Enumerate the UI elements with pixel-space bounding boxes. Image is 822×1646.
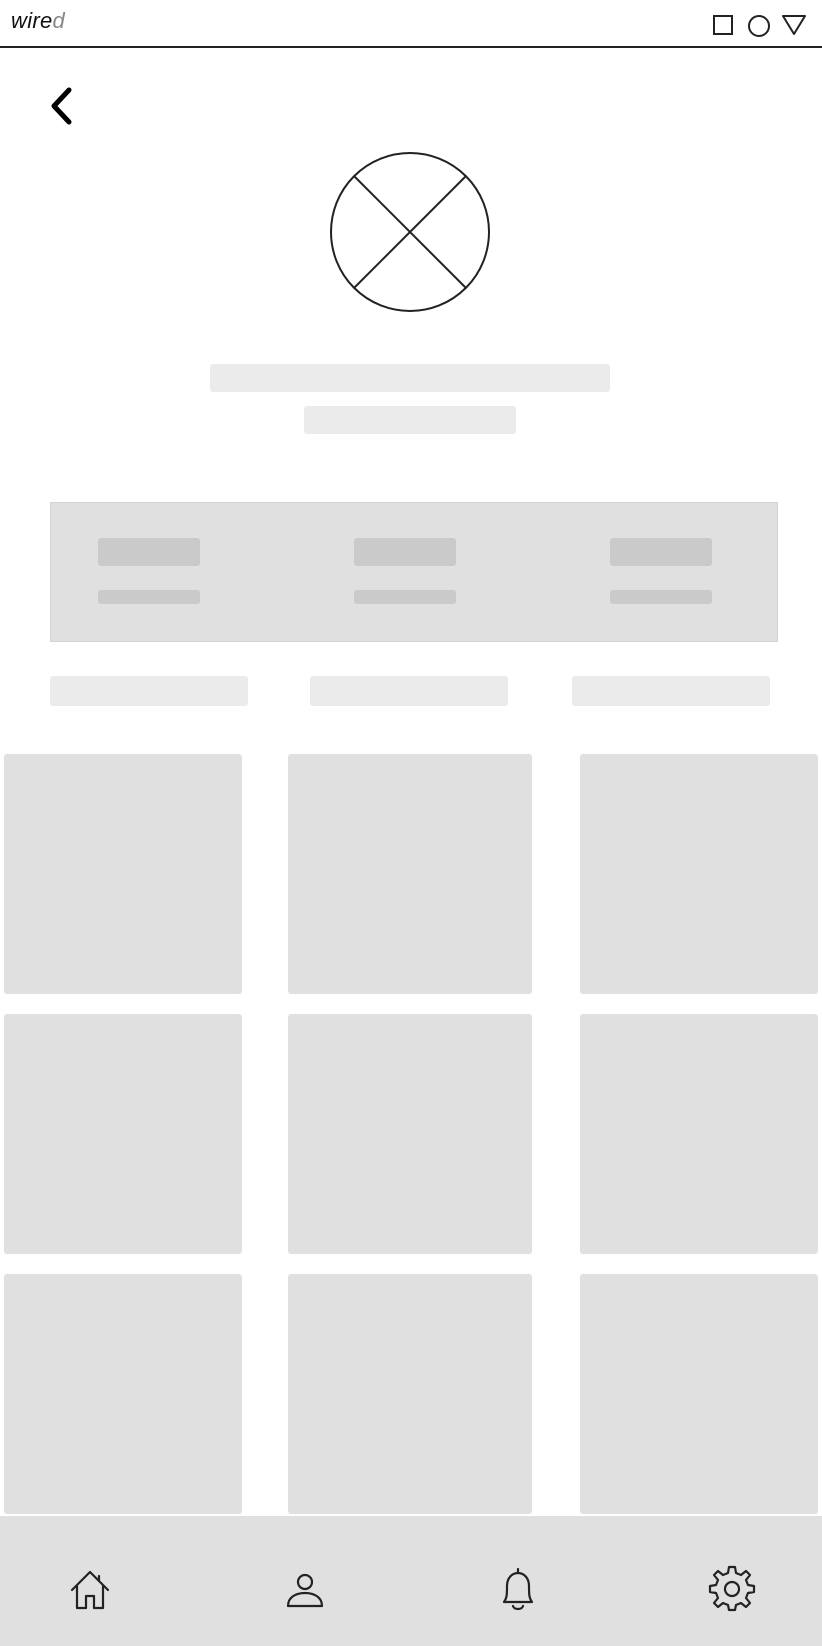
brand-logo: wired — [11, 10, 65, 32]
stat-label — [610, 590, 712, 604]
nav-settings-button[interactable] — [702, 1558, 762, 1618]
triangle-icon — [782, 15, 806, 35]
profile-subtitle — [304, 406, 516, 434]
bottom-nav — [0, 1516, 822, 1646]
grid-tile[interactable] — [288, 754, 532, 994]
square-icon — [713, 15, 733, 35]
nav-notifications-button[interactable] — [488, 1560, 548, 1620]
stat-value — [354, 538, 456, 566]
bell-icon — [502, 1567, 534, 1611]
nav-profile-button[interactable] — [275, 1560, 335, 1620]
tab-1[interactable] — [50, 676, 248, 706]
chevron-left-icon — [51, 87, 72, 125]
user-icon — [286, 1573, 324, 1608]
grid-tile[interactable] — [580, 1014, 818, 1254]
tab-3[interactable] — [572, 676, 770, 706]
stat-label — [98, 590, 200, 604]
brand-main: wire — [11, 8, 53, 33]
status-bar: wired — [0, 0, 822, 48]
nav-home-button[interactable] — [60, 1560, 120, 1620]
grid-tile[interactable] — [4, 1274, 242, 1514]
stat-value — [98, 538, 200, 566]
profile-name — [210, 364, 610, 392]
grid-tile[interactable] — [288, 1014, 532, 1254]
gear-icon — [708, 1565, 756, 1612]
brand-suffix: d — [52, 8, 66, 33]
stats-panel — [50, 502, 778, 642]
grid-tile[interactable] — [288, 1274, 532, 1514]
stat-label — [354, 590, 456, 604]
tab-2[interactable] — [310, 676, 508, 706]
home-icon — [70, 1570, 110, 1610]
grid-tile[interactable] — [580, 754, 818, 994]
avatar — [330, 152, 490, 312]
back-button[interactable] — [44, 84, 84, 128]
grid-tile[interactable] — [580, 1274, 818, 1514]
grid-tile[interactable] — [4, 754, 242, 994]
circle-icon — [748, 15, 770, 37]
stat-value — [610, 538, 712, 566]
grid-tile[interactable] — [4, 1014, 242, 1254]
